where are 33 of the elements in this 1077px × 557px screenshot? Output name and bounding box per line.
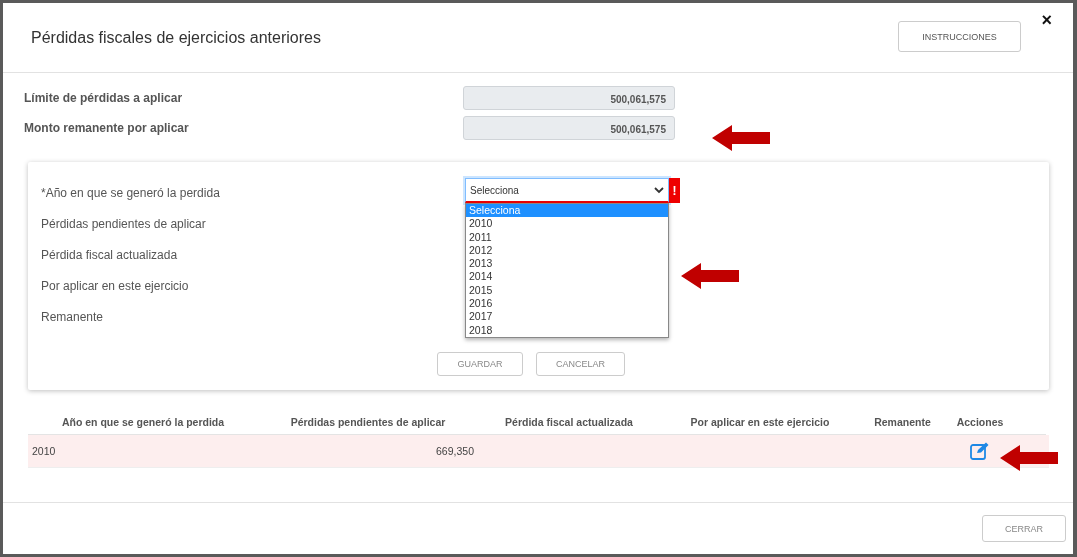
dialog-title: Pérdidas fiscales de ejercicios anteriores xyxy=(31,28,321,47)
dropdown-option[interactable]: 2013 xyxy=(466,257,668,271)
dropdown-option[interactable]: 2014 xyxy=(466,270,668,284)
close-dialog-button[interactable]: CERRAR xyxy=(982,515,1066,542)
annotation-arrow xyxy=(1000,445,1058,471)
field-label: Por aplicar en este ejercicio xyxy=(41,278,190,293)
field-label: Pérdida fiscal actualizada xyxy=(41,247,179,262)
dropdown-option[interactable]: 2015 xyxy=(466,283,668,298)
field-label: Pérdidas pendientes de aplicar xyxy=(41,216,207,231)
chevron-icon xyxy=(654,186,664,194)
field-label: Remanente xyxy=(41,309,105,324)
dropdown-option[interactable]: 2018 xyxy=(466,323,668,337)
year-select[interactable]: Selecciona xyxy=(465,178,669,203)
readonly-field: 500,061,575 xyxy=(463,86,675,110)
error-badge: ! xyxy=(669,178,680,203)
close-button[interactable]: × xyxy=(1041,11,1052,29)
dropdown-option[interactable]: 2017 xyxy=(466,310,668,324)
dropdown-option[interactable]: 2011 xyxy=(466,230,668,244)
instructions-button[interactable]: INSTRUCCIONES xyxy=(898,21,1021,52)
table-cell-text: 2010 xyxy=(31,444,57,459)
save-button[interactable]: GUARDAR xyxy=(437,352,523,376)
dropdown-option[interactable]: 2012 xyxy=(466,243,668,258)
edit-icon[interactable] xyxy=(970,442,990,460)
dropdown-option[interactable]: 2016 xyxy=(466,297,668,311)
readonly-field: 500,061,575 xyxy=(463,116,675,140)
annotation-arrow xyxy=(681,263,739,289)
table-cell-text: 669,350 xyxy=(435,444,475,459)
field-label: *Año en que se generó la perdida xyxy=(41,185,221,200)
annotation-arrow xyxy=(712,125,770,151)
field-label: Monto remanente por aplicar xyxy=(24,121,190,135)
cancel-button[interactable]: CANCELAR xyxy=(536,352,625,376)
field-label: Límite de pérdidas a aplicar xyxy=(24,91,184,105)
dropdown-option[interactable]: 2010 xyxy=(466,217,668,231)
